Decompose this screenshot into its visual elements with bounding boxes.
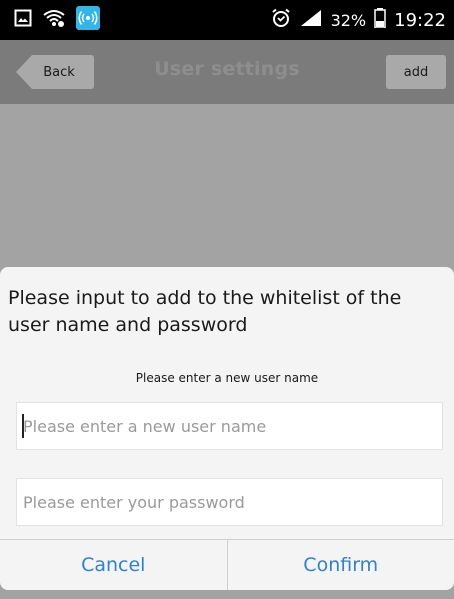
battery-percent: 32% xyxy=(330,10,367,30)
username-input[interactable] xyxy=(16,402,443,450)
dialog-button-row: Cancel Confirm xyxy=(0,539,454,590)
cancel-button[interactable]: Cancel xyxy=(0,540,227,590)
confirm-button[interactable]: Confirm xyxy=(228,540,454,590)
status-right-icons: 32% 19:22 xyxy=(271,7,446,33)
back-button[interactable]: Back xyxy=(16,55,94,89)
dialog-title: Please input to add to the whitelist of … xyxy=(8,287,402,336)
page-title: User settings xyxy=(154,58,300,80)
hotspot-icon xyxy=(76,6,100,34)
status-left-icons xyxy=(14,6,100,34)
image-icon xyxy=(14,9,32,31)
dialog-subtitle: Please enter a new user name xyxy=(135,371,319,385)
status-bar: 32% 19:22 xyxy=(0,0,454,40)
password-input[interactable] xyxy=(16,478,443,526)
battery-icon xyxy=(374,8,386,32)
signal-icon xyxy=(299,8,323,32)
add-button[interactable]: add xyxy=(386,55,446,89)
header-bar: Back User settings add xyxy=(0,40,454,104)
add-user-dialog: Please input to add to the whitelist of … xyxy=(0,267,454,590)
text-cursor xyxy=(22,414,24,438)
clock: 19:22 xyxy=(394,9,446,31)
wifi-icon xyxy=(42,9,66,31)
alarm-icon xyxy=(271,8,291,32)
